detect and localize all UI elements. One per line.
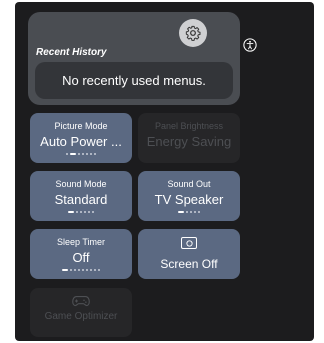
sound-mode-indicator — [30, 211, 132, 213]
sound-mode-tile[interactable]: Sound Mode Standard — [30, 171, 132, 221]
sound-out-indicator — [138, 211, 240, 213]
indicator-dot — [74, 269, 76, 271]
sound-out-label: Sound Out — [167, 179, 211, 189]
recent-history-title: Recent History — [36, 47, 107, 58]
indicator-dot-active — [68, 211, 74, 213]
gamepad-icon — [72, 294, 90, 307]
indicator-dot — [82, 269, 84, 271]
indicator-dot — [194, 211, 196, 213]
sleep-timer-value: Off — [72, 250, 90, 265]
indicator-dot — [78, 269, 80, 271]
indicator-dot — [186, 211, 188, 213]
game-optimizer-label: Game Optimizer — [44, 311, 118, 322]
recent-history-card: Recent History No recently used menus. — [28, 12, 257, 105]
panel-brightness-tile[interactable]: Panel Brightness Energy Saving — [138, 113, 240, 163]
accessibility-icon — [243, 38, 257, 52]
indicator-dot — [76, 211, 78, 213]
indicator-dot — [92, 211, 94, 213]
sleep-timer-tile[interactable]: Sleep Timer Off — [30, 229, 132, 279]
picture-mode-indicator — [30, 153, 132, 155]
accessibility-button[interactable] — [241, 36, 259, 54]
sound-out-tile[interactable]: Sound Out TV Speaker — [138, 171, 240, 221]
indicator-dot-active — [62, 269, 68, 271]
panel-brightness-value: Energy Saving — [146, 134, 232, 149]
picture-mode-tile[interactable]: Picture Mode Auto Power ... — [30, 113, 132, 163]
indicator-dot — [82, 153, 84, 155]
sound-mode-label: Sound Mode — [55, 179, 107, 189]
indicator-dot — [198, 211, 200, 213]
indicator-dot — [80, 211, 82, 213]
indicator-dot — [94, 153, 96, 155]
indicator-dot — [84, 211, 86, 213]
gear-icon — [185, 25, 201, 41]
indicator-dot — [86, 269, 88, 271]
sleep-timer-indicator — [30, 269, 132, 271]
recent-history-message: No recently used menus. — [62, 73, 206, 88]
recent-history-empty: No recently used menus. — [35, 62, 233, 99]
indicator-dot — [88, 211, 90, 213]
indicator-dot — [86, 153, 88, 155]
screen-off-label: Screen Off — [160, 257, 218, 271]
screen-off-tile[interactable]: Screen Off — [138, 229, 240, 279]
sound-out-value: TV Speaker — [154, 192, 224, 207]
settings-button[interactable] — [179, 19, 207, 47]
picture-mode-value: Auto Power ... — [40, 134, 122, 149]
panel-brightness-label: Panel Brightness — [154, 121, 224, 131]
indicator-dot — [90, 153, 92, 155]
picture-mode-label: Picture Mode — [54, 121, 108, 131]
indicator-dot — [94, 269, 96, 271]
sleep-timer-label: Sleep Timer — [56, 237, 106, 247]
indicator-dot-active — [178, 211, 184, 213]
indicator-dot — [66, 153, 68, 155]
power-icon — [181, 237, 197, 249]
game-optimizer-tile[interactable]: Game Optimizer — [30, 288, 132, 337]
indicator-dot — [70, 269, 72, 271]
indicator-dot — [98, 269, 100, 271]
indicator-dot — [78, 153, 80, 155]
indicator-dot — [90, 269, 92, 271]
sound-mode-value: Standard — [54, 192, 108, 207]
indicator-dot-active — [70, 153, 76, 155]
indicator-dot — [190, 211, 192, 213]
